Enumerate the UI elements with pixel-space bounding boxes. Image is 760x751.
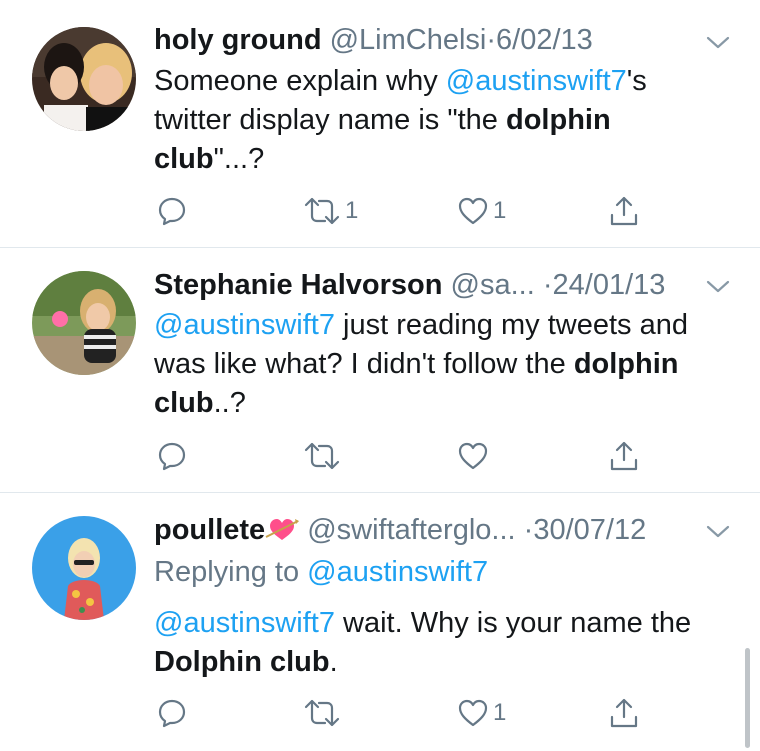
- tweet-text-part: ..?: [213, 387, 246, 419]
- retweet-button[interactable]: 1: [303, 191, 358, 231]
- share-button[interactable]: [608, 436, 640, 476]
- replying-to: Replying to @austinswift7: [154, 554, 488, 590]
- replying-to-link[interactable]: @austinswift7: [307, 556, 488, 588]
- avatar-image: [32, 516, 136, 620]
- tweet-date[interactable]: 24/01/13: [553, 269, 666, 301]
- tweet-text: Someone explain why @austinswift7's twit…: [154, 62, 714, 179]
- tweet-text: @austinswift7 wait. Why is your name the…: [154, 604, 714, 682]
- reply-button[interactable]: [157, 693, 191, 733]
- avatar[interactable]: [32, 271, 136, 375]
- handle[interactable]: @LimChelsi: [330, 24, 487, 56]
- retweet-count: 1: [345, 197, 359, 224]
- tweet-date[interactable]: 30/07/12: [533, 514, 646, 546]
- reply-icon: [158, 442, 186, 471]
- display-name[interactable]: holy ground: [154, 24, 322, 56]
- like-count: 1: [493, 197, 507, 224]
- like-count: 1: [493, 699, 507, 726]
- tweet-date[interactable]: 6/02/13: [496, 24, 593, 56]
- tweet-text-part: wait. Why is your name the: [334, 607, 692, 639]
- separator: ·: [542, 269, 553, 301]
- retweet-icon: [304, 699, 340, 727]
- tweet[interactable]: holy ground @LimChelsi·6/02/13 Someone e…: [0, 0, 760, 248]
- mention-link[interactable]: @austinswift7: [446, 65, 627, 97]
- mention-link[interactable]: @austinswift7: [154, 607, 335, 639]
- replying-label: Replying to: [154, 556, 308, 588]
- tweet-header: poullete @swiftafterglo... ·30/07/12: [154, 512, 740, 548]
- reply-button[interactable]: [157, 191, 191, 231]
- reply-icon: [158, 699, 186, 728]
- tweet-text-part: Someone explain why: [154, 65, 446, 97]
- chevron-down-icon[interactable]: [706, 280, 730, 294]
- tweet-text-part: .: [329, 646, 338, 678]
- like-button[interactable]: 1: [457, 191, 506, 231]
- like-icon: [458, 442, 488, 470]
- separator: ·: [486, 24, 497, 56]
- retweet-button[interactable]: [303, 693, 345, 733]
- tweet-header: holy ground @LimChelsi·6/02/13: [154, 22, 740, 58]
- tweet-text-bold: Dolphin club: [154, 646, 330, 678]
- like-icon: [458, 699, 488, 727]
- avatar[interactable]: [32, 516, 136, 620]
- retweet-icon: [304, 197, 340, 225]
- tweet-text-part: "...?: [213, 143, 265, 175]
- share-icon: [610, 698, 638, 728]
- tweet-header: Stephanie Halvorson @sa... ·24/01/13: [154, 267, 740, 303]
- avatar-image: [32, 27, 136, 131]
- reply-button[interactable]: [157, 436, 191, 476]
- action-bar: [0, 436, 760, 476]
- display-name[interactable]: Stephanie Halvorson: [154, 269, 442, 301]
- tweet-text: @austinswift7 just reading my tweets and…: [154, 306, 714, 423]
- chevron-down-icon[interactable]: [706, 525, 730, 539]
- reply-icon: [158, 197, 186, 226]
- avatar-image: [32, 271, 136, 375]
- handle[interactable]: @swiftafterglo...: [307, 514, 515, 546]
- mention-link[interactable]: @austinswift7: [154, 309, 335, 341]
- share-icon: [610, 196, 638, 226]
- tweet[interactable]: Stephanie Halvorson @sa... ·24/01/13 @au…: [0, 248, 760, 493]
- share-button[interactable]: [608, 191, 640, 231]
- tweet[interactable]: poullete @swiftafterglo... ·30/07/12 Rep…: [0, 493, 760, 751]
- share-button[interactable]: [608, 693, 640, 733]
- like-button[interactable]: [457, 436, 493, 476]
- share-icon: [610, 441, 638, 471]
- handle[interactable]: @sa...: [451, 269, 535, 301]
- retweet-icon: [304, 442, 340, 470]
- action-bar: 1: [0, 693, 760, 733]
- chevron-down-icon[interactable]: [706, 36, 730, 50]
- retweet-button[interactable]: [303, 436, 345, 476]
- like-button[interactable]: 1: [457, 693, 506, 733]
- like-icon: [458, 197, 488, 225]
- scrollbar[interactable]: [745, 648, 750, 748]
- display-name[interactable]: poullete: [154, 514, 265, 546]
- action-bar: 1 1: [0, 191, 760, 231]
- separator: ·: [523, 514, 534, 546]
- heart-arrow-emoji: [265, 519, 300, 540]
- avatar[interactable]: [32, 27, 136, 131]
